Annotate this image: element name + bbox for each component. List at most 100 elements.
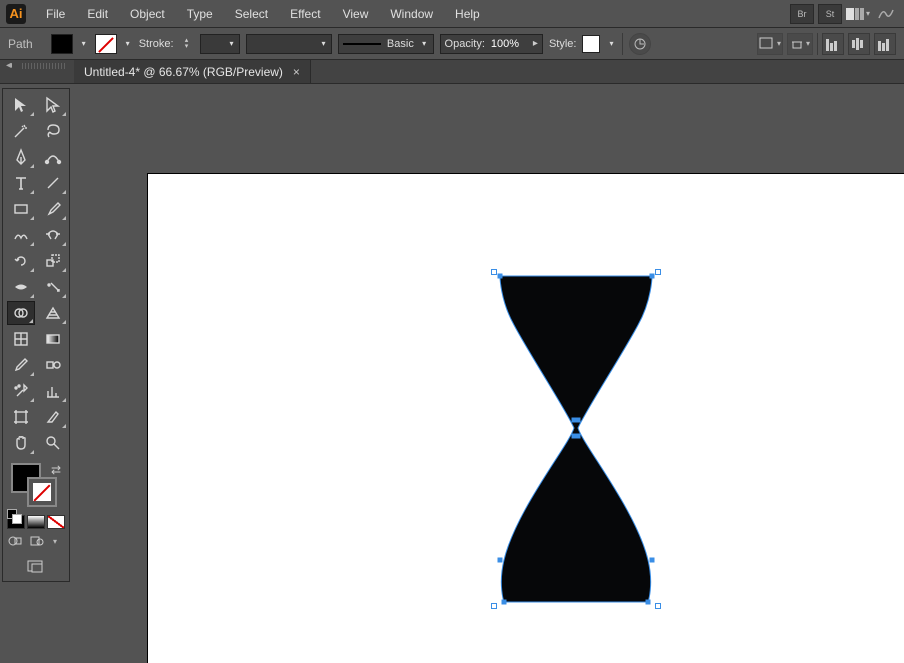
anchor-point[interactable] (498, 274, 503, 279)
arrange-documents-button[interactable]: ▾ (846, 4, 870, 24)
hand-tool[interactable] (7, 431, 35, 455)
screen-mode-button[interactable] (7, 557, 65, 577)
control-divider (622, 33, 623, 55)
menu-view[interactable]: View (333, 3, 379, 25)
menu-object[interactable]: Object (120, 3, 175, 25)
menu-window[interactable]: Window (380, 3, 443, 25)
bbox-handle-tr[interactable] (655, 269, 661, 275)
recolor-artwork-button[interactable] (629, 33, 651, 55)
graphic-style-label: Style: (549, 38, 577, 50)
graphic-style-swatch[interactable] (582, 35, 600, 53)
menu-edit[interactable]: Edit (77, 3, 118, 25)
stroke-color-swatch[interactable] (95, 34, 117, 54)
color-mode-gradient[interactable] (27, 515, 45, 529)
color-mode-none[interactable] (47, 515, 65, 529)
anchor-point[interactable] (498, 558, 503, 563)
zoom-tool[interactable] (39, 431, 67, 455)
stroke-weight-dropdown[interactable]: ▾ (200, 34, 240, 54)
pen-tool[interactable] (7, 145, 35, 169)
blend-tool[interactable] (39, 353, 67, 377)
swap-fill-stroke-icon[interactable]: ⇄ (51, 463, 61, 477)
shape-builder-tool[interactable] (7, 301, 35, 325)
panel-grip-icon[interactable] (22, 63, 66, 69)
opacity-value[interactable]: 100% (491, 38, 527, 50)
brush-definition-label: Basic (387, 38, 414, 50)
document-tabstrip: Untitled-4* @ 66.67% (RGB/Preview) × (0, 60, 904, 84)
paintbrush-tool[interactable] (39, 197, 67, 221)
close-tab-button[interactable]: × (293, 65, 300, 79)
eraser-tool[interactable] (39, 223, 67, 247)
menu-file[interactable]: File (36, 3, 75, 25)
bridge-launch-button[interactable]: Br (790, 4, 814, 24)
align-left-button[interactable] (822, 33, 844, 55)
bbox-handle-tl[interactable] (491, 269, 497, 275)
opacity-popup-caret[interactable]: ▸ (533, 38, 538, 49)
lasso-tool[interactable] (39, 119, 67, 143)
document-tab[interactable]: Untitled-4* @ 66.67% (RGB/Preview) × (74, 60, 311, 83)
type-tool[interactable] (7, 171, 35, 195)
fill-color-caret[interactable]: ▾ (79, 34, 89, 54)
graphic-style-caret[interactable]: ▾ (606, 34, 616, 54)
eyedropper-tool[interactable] (7, 353, 35, 377)
slice-tool[interactable] (39, 405, 67, 429)
selected-path-hourglass[interactable] (488, 270, 664, 610)
anchor-point[interactable] (650, 274, 655, 279)
selection-tool[interactable] (7, 93, 35, 117)
anchor-point[interactable] (650, 558, 655, 563)
curvature-tool[interactable] (39, 145, 67, 169)
line-segment-tool[interactable] (39, 171, 67, 195)
document-tab-title: Untitled-4* @ 66.67% (RGB/Preview) (84, 65, 283, 79)
gpu-performance-button[interactable] (874, 4, 898, 24)
artboard[interactable] (148, 174, 904, 663)
width-tool[interactable] (7, 275, 35, 299)
direct-selection-tool[interactable] (39, 93, 67, 117)
brush-stroke-preview-icon (343, 43, 381, 45)
canvas-area[interactable] (74, 84, 904, 663)
tools-panel: ⇄ ▾ (2, 88, 70, 582)
anchor-point[interactable] (502, 600, 507, 605)
draw-normal-icon[interactable] (7, 535, 23, 547)
bbox-handle-bl[interactable] (491, 603, 497, 609)
free-transform-tool[interactable] (39, 275, 67, 299)
artboard-tool[interactable] (7, 405, 35, 429)
stroke-color-caret[interactable]: ▾ (123, 34, 133, 54)
align-right-button[interactable] (874, 33, 896, 55)
column-graph-tool[interactable] (39, 379, 67, 403)
opacity-control[interactable]: Opacity: 100% ▸ (440, 34, 543, 54)
menu-effect[interactable]: Effect (280, 3, 330, 25)
bbox-handle-br[interactable] (655, 603, 661, 609)
opacity-label: Opacity: (445, 38, 485, 50)
control-bar: Path ▾ ▾ Stroke: ▾ ▾ Basic ▾ Opacity: 10… (0, 28, 904, 60)
preferences-button[interactable]: ▾ (787, 33, 813, 55)
symbol-sprayer-tool[interactable] (7, 379, 35, 403)
fill-color-swatch[interactable] (51, 34, 73, 54)
magic-wand-tool[interactable] (7, 119, 35, 143)
collapse-panel-button[interactable] (0, 60, 14, 76)
scale-tool[interactable] (39, 249, 67, 273)
stroke-label: Stroke: (139, 38, 174, 50)
application-menubar: Ai File Edit Object Type Select Effect V… (0, 0, 904, 28)
rotate-tool[interactable] (7, 249, 35, 273)
stroke-weight-stepper[interactable] (180, 34, 194, 54)
mesh-tool[interactable] (7, 327, 35, 351)
anchor-point[interactable] (576, 418, 581, 423)
brush-definition-dropdown[interactable]: Basic ▾ (338, 34, 434, 54)
draw-behind-icon[interactable] (29, 535, 45, 547)
rectangle-tool[interactable] (7, 197, 35, 221)
anchor-point[interactable] (646, 600, 651, 605)
stroke-swatch[interactable] (27, 477, 57, 507)
perspective-grid-tool[interactable] (39, 301, 67, 325)
menu-select[interactable]: Select (225, 3, 278, 25)
shaper-tool[interactable] (7, 223, 35, 247)
selection-context-label: Path (8, 37, 33, 51)
align-center-button[interactable] (848, 33, 870, 55)
variable-width-profile-dropdown[interactable]: ▾ (246, 34, 332, 54)
draw-mode-caret[interactable]: ▾ (53, 537, 57, 546)
menu-help[interactable]: Help (445, 3, 490, 25)
control-divider-2 (817, 33, 818, 55)
menu-type[interactable]: Type (177, 3, 223, 25)
document-setup-button[interactable]: ▾ (757, 33, 783, 55)
anchor-point[interactable] (576, 434, 581, 439)
stock-launch-button[interactable]: St (818, 4, 842, 24)
gradient-tool[interactable] (39, 327, 67, 351)
